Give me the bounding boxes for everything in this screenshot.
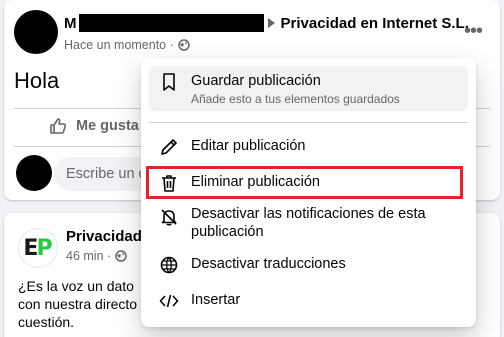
globe-privacy-icon (178, 39, 190, 51)
menu-item-label: Desactivar traducciones (191, 256, 346, 272)
menu-item-sublabel: Añade esto a tus elementos guardados (191, 92, 400, 106)
menu-divider (149, 122, 468, 123)
page-post-line: con nuestra directo (18, 296, 138, 312)
bookmark-icon (163, 73, 175, 91)
thumbs-up-icon (50, 118, 67, 134)
author-avatar[interactable] (14, 10, 58, 54)
page-post-line: ¿Es la voz un dato (18, 278, 134, 294)
page-post-line: cuestión. (18, 314, 75, 330)
bell-off-icon (161, 209, 177, 226)
like-button[interactable]: Me gusta (48, 116, 139, 136)
author-name[interactable]: M (64, 15, 77, 32)
post-options-button[interactable]: ••• (464, 21, 483, 41)
pencil-icon (161, 139, 177, 155)
menu-item-disable-translations[interactable]: Desactivar traducciones (149, 253, 468, 277)
post-author-line: M Privacidad en Internet S.L. (64, 14, 469, 32)
target-page-name[interactable]: Privacidad en Internet S.L. (281, 15, 469, 32)
post-text: Hola (14, 68, 60, 93)
page-post-body: ¿Es la voz un dato con nuestra directo c… (18, 277, 158, 331)
code-icon (159, 294, 179, 308)
menu-item-label: Editar publicación (191, 138, 306, 154)
menu-item-mute-notifications[interactable]: Desactivar las notificaciones de esta pu… (149, 204, 468, 244)
page-post-meta: 46 min · (66, 249, 127, 263)
menu-item-save-post[interactable]: Guardar publicación Añade esto a tus ele… (149, 66, 468, 111)
menu-item-embed[interactable]: Insertar (149, 290, 468, 314)
page-logo[interactable]: EP (18, 228, 58, 268)
menu-item-label: Desactivar las notificaciones de esta pu… (191, 206, 426, 240)
shared-to-arrow-icon (267, 18, 275, 28)
globe-icon (160, 256, 178, 274)
post-meta: Hace un momento · (64, 38, 190, 52)
menu-item-label: Insertar (191, 292, 241, 308)
redacted-name (78, 14, 264, 32)
menu-item-edit-post[interactable]: Editar publicación (149, 134, 468, 160)
post-timestamp[interactable]: Hace un momento · (64, 38, 174, 52)
highlight-box (146, 166, 463, 199)
menu-item-label: Guardar publicación (191, 73, 321, 89)
page-post-timestamp[interactable]: 46 min · (66, 249, 111, 263)
commenter-avatar (16, 155, 52, 191)
like-label: Me gusta (76, 118, 139, 134)
globe-privacy-icon (115, 250, 127, 262)
